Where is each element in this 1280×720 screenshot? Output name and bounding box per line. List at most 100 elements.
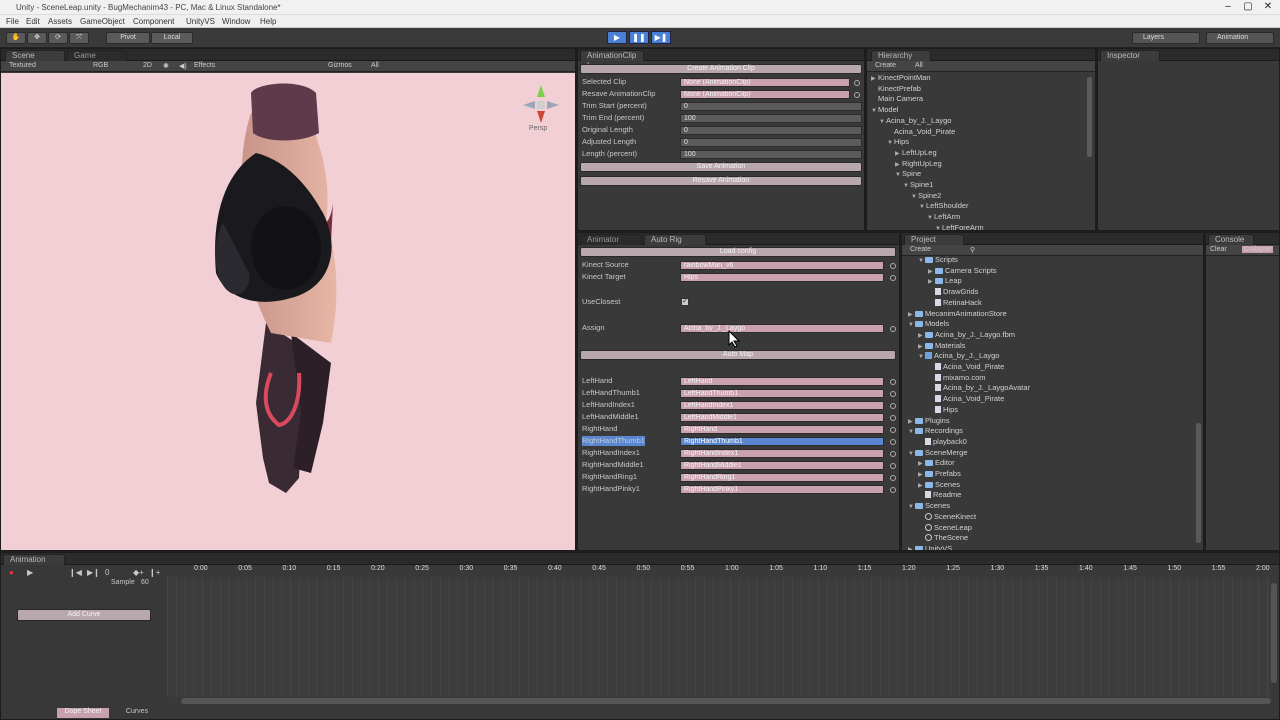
tree-arrow-icon[interactable]: ▼ bbox=[908, 449, 915, 459]
prev-key-icon[interactable]: ❙◀ bbox=[69, 568, 82, 577]
hierarchy-item[interactable]: ▼LeftArm bbox=[927, 212, 960, 222]
project-item[interactable]: ▶ Materials bbox=[918, 341, 965, 351]
bone-picker-icon[interactable] bbox=[890, 451, 896, 457]
effects-dropdown[interactable]: Effects bbox=[194, 62, 215, 69]
tab-animclip[interactable]: AnimationClip I bbox=[580, 50, 644, 70]
menu-edit[interactable]: Edit bbox=[26, 17, 40, 26]
console-clear-button[interactable]: Clear bbox=[1210, 246, 1227, 253]
bone-field[interactable]: RightHandThumb1 bbox=[680, 437, 884, 446]
frame-field[interactable]: 0 bbox=[105, 568, 109, 577]
project-search-icon[interactable]: ⚲ bbox=[970, 246, 975, 254]
object-picker-icon[interactable] bbox=[854, 80, 860, 86]
project-item[interactable]: ▼ SceneMerge bbox=[908, 448, 968, 458]
tree-arrow-icon[interactable]: ▼ bbox=[927, 213, 934, 223]
tab-inspector[interactable]: Inspector bbox=[1100, 50, 1160, 61]
tab-game[interactable]: Game bbox=[67, 50, 127, 61]
tree-arrow-icon[interactable]: ▶ bbox=[928, 277, 935, 287]
kinect-target-picker-icon[interactable] bbox=[890, 275, 896, 281]
bone-field[interactable]: LeftHandIndex1 bbox=[680, 401, 884, 410]
tree-arrow-icon[interactable]: ▶ bbox=[928, 267, 935, 277]
hierarchy-search[interactable]: All bbox=[915, 62, 923, 69]
tab-animator[interactable]: Animator bbox=[580, 234, 642, 245]
menu-file[interactable]: File bbox=[6, 17, 19, 26]
shading-dropdown[interactable]: Textured bbox=[9, 62, 36, 69]
scene-viewport[interactable]: Persp bbox=[1, 73, 575, 550]
layout-dropdown[interactable]: Animation bbox=[1206, 32, 1274, 44]
pause-button[interactable]: ❚❚ bbox=[629, 31, 649, 44]
add-keyframe-icon[interactable]: ◆+ bbox=[133, 568, 144, 577]
tree-arrow-icon[interactable]: ▶ bbox=[918, 459, 925, 469]
tree-arrow-icon[interactable]: ▶ bbox=[908, 545, 915, 550]
tree-arrow-icon[interactable]: ▼ bbox=[887, 138, 894, 148]
tree-arrow-icon[interactable]: ▶ bbox=[918, 331, 925, 341]
bone-field[interactable]: RightHandPinky1 bbox=[680, 485, 884, 494]
timeline-vscrollbar[interactable] bbox=[1271, 583, 1277, 683]
clip-row-field[interactable]: 0 bbox=[680, 126, 862, 135]
project-item[interactable]: ▼ Models bbox=[908, 319, 949, 329]
hierarchy-item[interactable]: ▼Spine2 bbox=[911, 191, 941, 201]
tree-arrow-icon[interactable]: ▼ bbox=[919, 202, 926, 212]
hierarchy-create-dropdown[interactable]: Create bbox=[875, 62, 896, 69]
hierarchy-item[interactable]: KinectPrefab bbox=[871, 84, 921, 94]
tab-autorig[interactable]: Auto Rig bbox=[644, 234, 706, 245]
project-item[interactable]: SceneLeap bbox=[918, 523, 972, 533]
kinect-source-picker-icon[interactable] bbox=[890, 263, 896, 269]
clip-row-field[interactable]: None (AnimationClip) bbox=[680, 90, 850, 99]
bone-field[interactable]: RightHandRing1 bbox=[680, 473, 884, 482]
use-closest-checkbox[interactable]: ✓ bbox=[681, 298, 689, 306]
tree-arrow-icon[interactable]: ▼ bbox=[871, 106, 878, 116]
clip-row-field[interactable]: 100 bbox=[680, 150, 862, 159]
project-item[interactable]: TheScene bbox=[918, 533, 968, 543]
tree-arrow-icon[interactable]: ▼ bbox=[903, 181, 910, 191]
bone-picker-icon[interactable] bbox=[890, 415, 896, 421]
tree-arrow-icon[interactable]: ▼ bbox=[935, 224, 942, 230]
hierarchy-item[interactable]: ▼Model bbox=[871, 105, 898, 115]
tree-arrow-icon[interactable]: ▶ bbox=[908, 310, 915, 320]
menu-help[interactable]: Help bbox=[260, 17, 276, 26]
assign-field[interactable]: Acina_by_J._Laygo bbox=[680, 324, 884, 333]
object-picker-icon[interactable] bbox=[854, 92, 860, 98]
bone-picker-icon[interactable] bbox=[890, 475, 896, 481]
dope-sheet-tab[interactable]: Dope Sheet bbox=[57, 708, 109, 718]
bone-picker-icon[interactable] bbox=[890, 439, 896, 445]
tree-arrow-icon[interactable]: ▶ bbox=[918, 470, 925, 480]
tab-scene[interactable]: Scene bbox=[5, 50, 65, 61]
hierarchy-item[interactable]: ▼LeftShoulder bbox=[919, 201, 969, 211]
resave-animation-button[interactable]: Resave Animation bbox=[580, 176, 862, 186]
clip-row-field[interactable]: 0 bbox=[680, 102, 862, 111]
project-item[interactable]: mixamo.com bbox=[928, 373, 986, 383]
tree-arrow-icon[interactable]: ▼ bbox=[895, 170, 902, 180]
play-anim-icon[interactable]: ▶ bbox=[27, 568, 33, 577]
bone-field[interactable]: RightHandIndex1 bbox=[680, 449, 884, 458]
tree-arrow-icon[interactable]: ▶ bbox=[908, 417, 915, 427]
tree-arrow-icon[interactable]: ▶ bbox=[871, 74, 878, 84]
tree-arrow-icon[interactable]: ▼ bbox=[918, 352, 925, 362]
timeline-ruler[interactable]: 0:00 0:05 0:10 0:15 0:20 0:25 0:30 0:35 0:40 0:45… bbox=[194, 565, 1274, 577]
tree-arrow-icon[interactable]: ▼ bbox=[911, 192, 918, 202]
project-scrollbar[interactable] bbox=[1196, 423, 1201, 543]
project-item[interactable]: playback0 bbox=[918, 437, 967, 447]
gizmos-dropdown[interactable]: Gizmos bbox=[328, 62, 352, 69]
project-item[interactable]: ▼ Scenes bbox=[908, 501, 950, 511]
tree-arrow-icon[interactable]: ▼ bbox=[918, 256, 925, 266]
hierarchy-item[interactable]: ▶ KinectPointMan bbox=[871, 73, 931, 83]
bone-picker-icon[interactable] bbox=[890, 463, 896, 469]
menu-window[interactable]: Window bbox=[222, 17, 250, 26]
bone-field[interactable]: LeftHand bbox=[680, 377, 884, 386]
rgb-dropdown[interactable]: RGB bbox=[93, 62, 108, 69]
add-event-icon[interactable]: ❙+ bbox=[149, 568, 160, 577]
project-item[interactable]: ▶ Leap bbox=[928, 276, 962, 286]
project-item[interactable]: ▶ MecanimAnimationStore bbox=[908, 309, 1007, 319]
hierarchy-item[interactable]: ▼Spine1 bbox=[903, 180, 933, 190]
tree-arrow-icon[interactable]: ▶ bbox=[918, 481, 925, 491]
clip-row-field[interactable]: 100 bbox=[680, 114, 862, 123]
tree-arrow-icon[interactable]: ▶ bbox=[895, 160, 902, 170]
hierarchy-item[interactable]: ▼LeftForeArm bbox=[935, 223, 984, 230]
bone-picker-icon[interactable] bbox=[890, 487, 896, 493]
project-item[interactable]: ▼ Scripts bbox=[918, 255, 958, 265]
bone-field[interactable]: RightHandMiddle1 bbox=[680, 461, 884, 470]
local-button[interactable]: Local bbox=[151, 32, 193, 44]
project-item[interactable]: Acina_Void_Pirate bbox=[928, 362, 1004, 372]
clip-row-field[interactable]: None (AnimationClip) bbox=[680, 78, 850, 87]
audio-icon[interactable]: ◀) bbox=[179, 62, 187, 70]
